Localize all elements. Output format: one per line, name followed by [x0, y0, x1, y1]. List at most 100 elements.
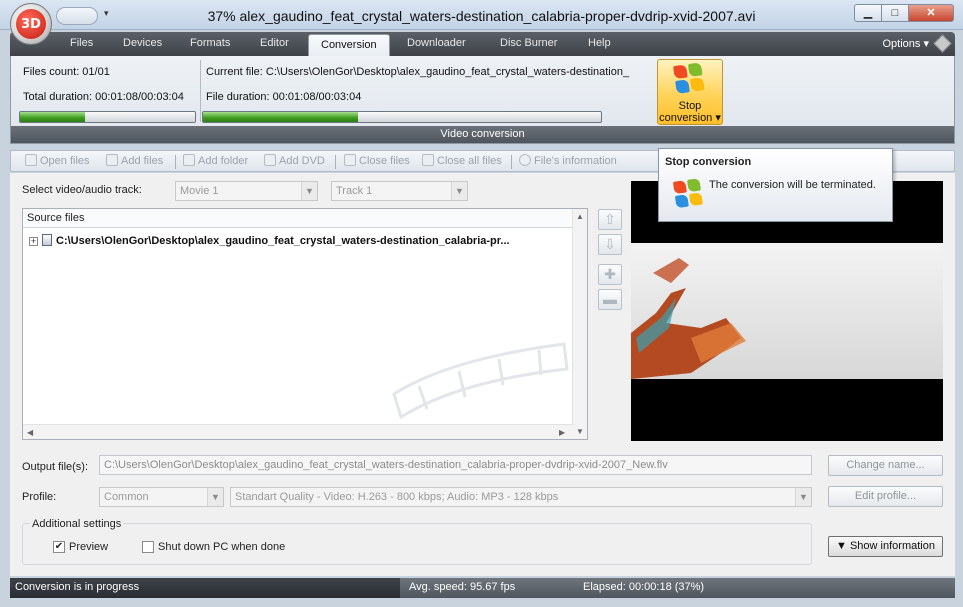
additional-settings-title: Additional settings — [30, 518, 124, 530]
output-files-label: Output file(s): — [22, 461, 89, 473]
scroll-up-icon[interactable]: ▲ — [576, 212, 584, 221]
preview-frame — [631, 243, 943, 379]
elapsed-time: Elapsed: 00:00:18 (37%) — [583, 581, 705, 593]
tab-conversion[interactable]: Conversion — [308, 34, 390, 56]
source-files-list[interactable]: Source files + C:\Users\OlenGor\Desktop\a… — [22, 208, 588, 440]
close-files-icon — [344, 154, 356, 166]
stop-conversion-icon — [673, 62, 707, 96]
check-icon: ✔ — [54, 541, 64, 552]
close-all-files-label: Close all files — [437, 155, 502, 167]
profile-category-select[interactable]: Common ▼ — [99, 487, 224, 507]
stop-conversion-button[interactable]: Stop conversion ▾ — [657, 59, 723, 125]
vertical-scrollbar[interactable]: ▲ ▼ — [572, 209, 587, 439]
app-logo-button[interactable]: 3D — [10, 3, 52, 45]
tab-downloader[interactable]: Downloader — [407, 37, 466, 49]
add-dvd-label: Add DVD — [279, 155, 325, 167]
toolbar-separator — [175, 155, 176, 169]
file-icon — [42, 234, 52, 246]
add-folder-icon — [183, 154, 195, 166]
average-speed: Avg. speed: 95.67 fps — [409, 581, 516, 593]
chevron-down-icon: ▼ — [795, 488, 811, 506]
tab-files[interactable]: Files — [70, 37, 93, 49]
add-item-button[interactable]: ✚ — [598, 264, 622, 285]
close-files-button[interactable]: Close files — [344, 154, 410, 167]
scroll-right-icon[interactable]: ▶ — [559, 428, 565, 437]
source-files-header: Source files — [23, 209, 587, 228]
window-title: 37% alex_gaudino_feat_crystal_waters-des… — [207, 8, 756, 24]
shutdown-checkbox[interactable] — [142, 541, 154, 553]
open-files-icon — [25, 154, 37, 166]
files-count: Files count: 01/01 — [23, 66, 110, 78]
help-diamond-icon[interactable] — [933, 34, 952, 53]
show-information-button[interactable]: ▼ Show information — [828, 536, 943, 557]
total-progress-fill — [20, 112, 85, 122]
close-all-files-icon — [422, 154, 434, 166]
add-files-button[interactable]: Add files — [106, 154, 163, 167]
preview-checkbox[interactable]: ✔ — [53, 541, 65, 553]
maximize-button[interactable]: □ — [881, 4, 909, 22]
minimize-button[interactable]: ▁ — [854, 4, 882, 22]
tab-editor[interactable]: Editor — [260, 37, 289, 49]
chevron-down-icon: ▼ — [207, 488, 223, 506]
video-track-select[interactable]: Movie 1 ▼ — [175, 181, 318, 201]
film-strip-watermark-icon — [392, 342, 569, 419]
move-down-button[interactable]: ⇩ — [598, 234, 622, 255]
additional-settings-group: ✔ Preview Shut down PC when done — [22, 523, 812, 565]
scroll-left-icon[interactable]: ◀ — [27, 428, 33, 437]
profile-category-value: Common — [104, 491, 149, 503]
app-logo-icon: 3D — [16, 9, 46, 39]
main-content: Select video/audio track: Movie 1 ▼ Trac… — [10, 173, 955, 576]
source-file-path: C:\Users\OlenGor\Desktop\alex_gaudino_fe… — [56, 235, 510, 247]
file-duration: File duration: 00:01:08/00:03:04 — [206, 91, 362, 103]
tooltip-title: Stop conversion — [665, 156, 752, 168]
close-files-label: Close files — [359, 155, 410, 167]
files-information-button[interactable]: File's information — [519, 154, 617, 167]
preview-image — [631, 258, 746, 379]
add-folder-label: Add folder — [198, 155, 249, 167]
current-file: Current file: C:\Users\OlenGor\Desktop\a… — [206, 66, 630, 78]
tab-disc-burner[interactable]: Disc Burner — [500, 37, 557, 49]
horizontal-scrollbar[interactable]: ◀ ▶ — [23, 424, 573, 439]
change-name-button[interactable]: Change name... — [828, 455, 943, 476]
add-dvd-button[interactable]: Add DVD — [264, 154, 325, 167]
toolbar-separator — [335, 155, 336, 169]
file-progress-fill — [203, 112, 359, 122]
tab-formats[interactable]: Formats — [190, 37, 230, 49]
info-icon — [519, 154, 531, 166]
stop-button-sublabel: conversion ▾ — [659, 112, 721, 124]
add-folder-button[interactable]: Add folder — [183, 154, 248, 167]
open-files-button[interactable]: Open files — [25, 154, 90, 167]
stop-conversion-icon — [672, 178, 705, 210]
edit-profile-button[interactable]: Edit profile... — [828, 486, 943, 507]
audio-track-value: Track 1 — [336, 185, 373, 197]
output-file-field[interactable]: C:\Users\OlenGor\Desktop\alex_gaudino_fe… — [99, 455, 812, 475]
remove-item-button[interactable]: ▬ — [598, 289, 622, 310]
ribbon-tab-bar: Files Devices Formats Editor Conversion … — [10, 32, 955, 56]
audio-track-select[interactable]: Track 1 ▼ — [331, 181, 468, 201]
list-item[interactable]: + C:\Users\OlenGor\Desktop\alex_gaudino_f… — [29, 234, 510, 247]
conversion-ribbon-panel: Files count: 01/01 Total duration: 00:01… — [10, 56, 955, 144]
add-files-label: Add files — [121, 155, 164, 167]
profile-quality-value: Standart Quality - Video: H.263 - 800 kb… — [235, 491, 559, 503]
scroll-down-icon[interactable]: ▼ — [576, 427, 584, 436]
conversion-status: Conversion is in progress — [10, 578, 400, 598]
tooltip-text: The conversion will be terminated. — [709, 179, 876, 191]
expand-icon[interactable]: + — [29, 237, 38, 246]
profile-quality-select[interactable]: Standart Quality - Video: H.263 - 800 kb… — [230, 487, 812, 507]
stop-button-label: Stop — [678, 100, 702, 112]
add-files-icon — [106, 154, 118, 166]
total-progress-bar — [19, 111, 196, 123]
track-select-label: Select video/audio track: — [22, 184, 142, 196]
stop-conversion-tooltip: Stop conversion The conversion will be t… — [658, 148, 893, 222]
files-information-label: File's information — [534, 155, 617, 167]
tab-devices[interactable]: Devices — [123, 37, 162, 49]
options-menu[interactable]: Options ▾ — [883, 37, 930, 50]
move-up-button[interactable]: ⇧ — [598, 209, 622, 230]
toolbar-separator — [511, 155, 512, 169]
dvd-icon — [264, 154, 276, 166]
close-all-files-button[interactable]: Close all files — [422, 154, 502, 167]
file-progress-bar — [202, 111, 602, 123]
close-button[interactable]: ✕ — [908, 4, 954, 22]
tab-help[interactable]: Help — [588, 37, 611, 49]
title-bar: ▾ 37% alex_gaudino_feat_crystal_waters-d… — [0, 0, 963, 30]
